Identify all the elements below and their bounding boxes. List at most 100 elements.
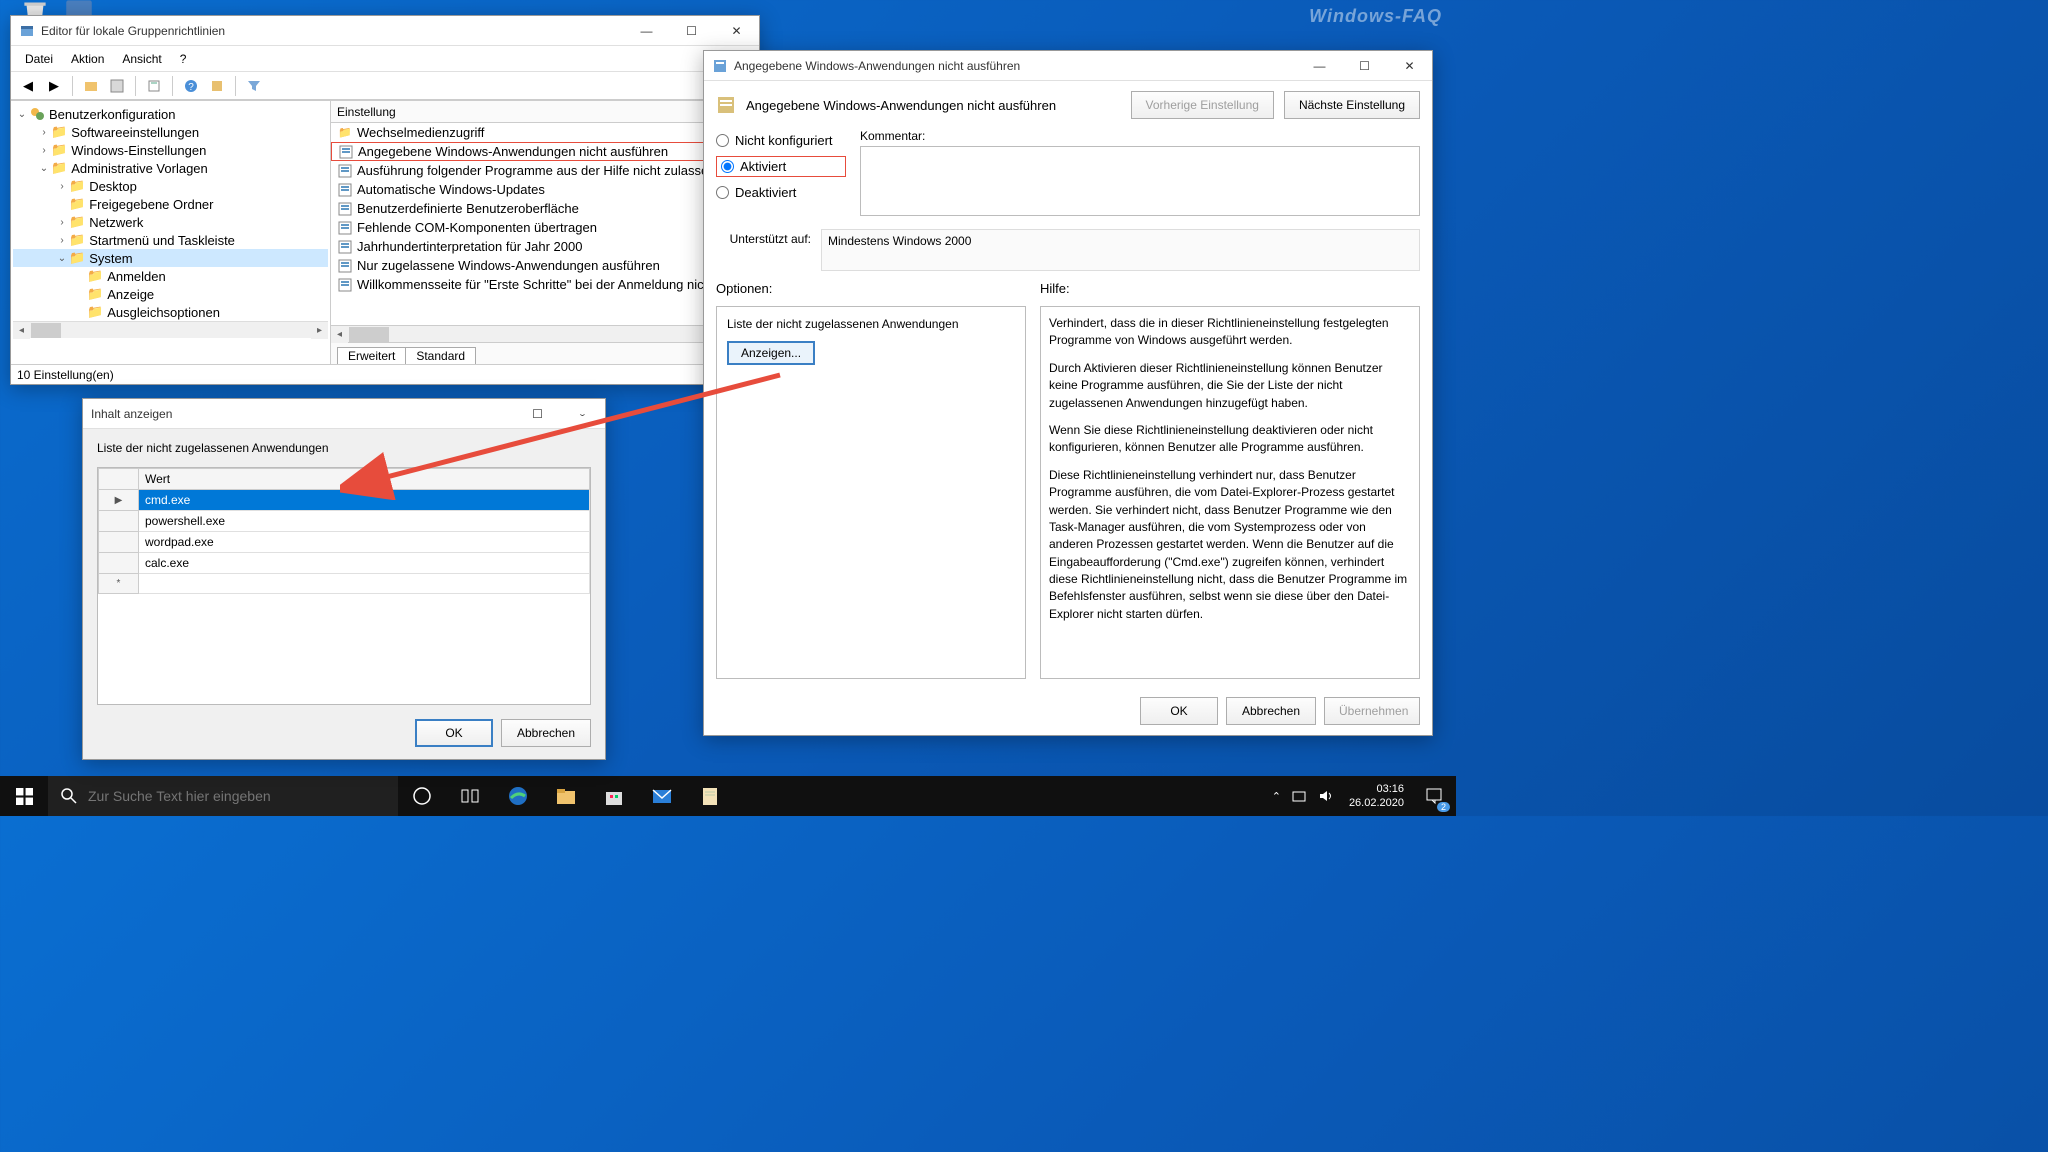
gpe-titlebar[interactable]: Editor für lokale Gruppenrichtlinien — ☐… <box>11 16 759 46</box>
menu-help[interactable]: ? <box>172 49 195 69</box>
radio-disabled[interactable]: Deaktiviert <box>716 185 846 200</box>
setting-row[interactable]: Willkommensseite für "Erste Schritte" be… <box>331 275 759 294</box>
taskbar-mail[interactable] <box>638 776 686 816</box>
tree-hscroll[interactable]: ◂▸ <box>13 321 328 338</box>
help-paragraph: Verhindert, dass die in dieser Richtlini… <box>1049 315 1411 350</box>
policy-state-radios: Nicht konfiguriert Aktiviert Deaktiviert <box>716 129 846 219</box>
policy-dialog: Angegebene Windows-Anwendungen nicht aus… <box>703 50 1433 736</box>
row-header-col[interactable] <box>99 469 139 490</box>
cancel-button[interactable]: Abbrechen <box>1226 697 1316 725</box>
next-setting-button[interactable]: Nächste Einstellung <box>1284 91 1420 119</box>
table-row[interactable]: wordpad.exe <box>99 532 590 553</box>
close-button[interactable]: ✕ <box>714 16 759 45</box>
export-button[interactable] <box>143 75 165 97</box>
policy-titlebar[interactable]: Angegebene Windows-Anwendungen nicht aus… <box>704 51 1432 81</box>
help-button[interactable]: ? <box>180 75 202 97</box>
forward-button[interactable]: ▶ <box>43 75 65 97</box>
setting-row[interactable]: Fehlende COM-Komponenten übertragen <box>331 218 759 237</box>
show-table[interactable]: Wert ▶cmd.exepowershell.exewordpad.execa… <box>97 467 591 705</box>
taskbar: ⌃ 03:16 26.02.2020 2 <box>0 776 1456 816</box>
help-box[interactable]: Verhindert, dass die in dieser Richtlini… <box>1040 306 1420 679</box>
tree-node[interactable]: 📁Freigegebene Ordner <box>13 195 328 213</box>
taskbar-notepad[interactable] <box>686 776 734 816</box>
tree-node[interactable]: 📁Anzeige <box>13 285 328 303</box>
table-row[interactable]: calc.exe <box>99 553 590 574</box>
maximize-button[interactable]: ☐ <box>669 16 714 45</box>
ok-button[interactable]: OK <box>415 719 493 747</box>
minimize-button[interactable]: — <box>1297 51 1342 80</box>
tree-node[interactable]: 📁Anmelden <box>13 267 328 285</box>
tab-standard[interactable]: Standard <box>405 347 476 364</box>
tree-node[interactable]: ›📁Desktop <box>13 177 328 195</box>
menu-action[interactable]: Aktion <box>63 49 112 69</box>
setting-row[interactable]: 📁Wechselmedienzugriff <box>331 123 759 142</box>
options-button[interactable] <box>206 75 228 97</box>
setting-row[interactable]: Jahrhundertinterpretation für Jahr 2000 <box>331 237 759 256</box>
gpe-tabs: Erweitert Standard <box>331 342 759 364</box>
radio-enabled[interactable]: Aktiviert <box>716 156 846 177</box>
menu-view[interactable]: Ansicht <box>114 49 169 69</box>
policy-item-icon <box>337 164 353 178</box>
taskbar-explorer[interactable] <box>542 776 590 816</box>
table-row[interactable]: powershell.exe <box>99 511 590 532</box>
search-input[interactable] <box>88 788 386 804</box>
system-tray[interactable]: ⌃ <box>1264 776 1341 816</box>
policy-item-icon <box>337 259 353 273</box>
setting-row[interactable]: Nur zugelassene Windows-Anwendungen ausf… <box>331 256 759 275</box>
watermark: Windows-FAQ <box>1309 6 1442 27</box>
setting-row[interactable]: Benutzerdefinierte Benutzeroberfläche <box>331 199 759 218</box>
gpe-menubar: Datei Aktion Ansicht ? <box>11 46 759 72</box>
tree-node[interactable]: ›📁Startmenü und Taskleiste <box>13 231 328 249</box>
show-list-label: Liste der nicht zugelassenen Anwendungen <box>97 441 591 455</box>
tray-chevron-icon[interactable]: ⌃ <box>1272 790 1281 803</box>
properties-button[interactable] <box>106 75 128 97</box>
gpe-list-header[interactable]: Einstellung ⌃ <box>331 101 759 123</box>
network-icon[interactable] <box>1291 788 1307 804</box>
start-button[interactable] <box>0 776 48 816</box>
taskbar-edge[interactable] <box>494 776 542 816</box>
menu-file[interactable]: Datei <box>17 49 61 69</box>
setting-row[interactable]: Automatische Windows-Updates <box>331 180 759 199</box>
comment-label: Kommentar: <box>860 129 1420 143</box>
policy-heading-icon <box>716 95 736 115</box>
filter-button[interactable] <box>243 75 265 97</box>
show-titlebar[interactable]: Inhalt anzeigen ☐ ⌄ <box>83 399 605 429</box>
maximize-button[interactable]: ☐ <box>515 399 560 428</box>
tree-node[interactable]: ›📁Windows-Einstellungen <box>13 141 328 159</box>
radio-not-configured[interactable]: Nicht konfiguriert <box>716 133 846 148</box>
maximize-button[interactable]: ☐ <box>1342 51 1387 80</box>
gpe-tree[interactable]: ⌄ Benutzerkonfiguration ›📁Softwareeinste… <box>11 101 331 364</box>
taskbar-store[interactable] <box>590 776 638 816</box>
table-row[interactable]: * <box>99 574 590 594</box>
tree-node[interactable]: 📁Ausgleichsoptionen <box>13 303 328 321</box>
supported-value: Mindestens Windows 2000 <box>821 229 1420 271</box>
up-button[interactable] <box>80 75 102 97</box>
taskbar-clock[interactable]: 03:16 26.02.2020 <box>1341 782 1412 811</box>
tree-root[interactable]: ⌄ Benutzerkonfiguration <box>13 105 328 123</box>
tab-extended[interactable]: Erweitert <box>337 347 406 364</box>
show-button[interactable]: Anzeigen... <box>727 341 815 365</box>
policy-title: Angegebene Windows-Anwendungen nicht aus… <box>734 59 1020 73</box>
cortana-button[interactable] <box>398 776 446 816</box>
taskbar-search[interactable] <box>48 776 398 816</box>
comment-field[interactable] <box>860 146 1420 216</box>
ok-button[interactable]: OK <box>1140 697 1218 725</box>
close-button[interactable]: ⌄ <box>560 405 605 422</box>
setting-row[interactable]: Angegebene Windows-Anwendungen nicht aus… <box>331 142 759 161</box>
list-hscroll[interactable]: ◂▸ <box>331 325 759 342</box>
task-view-button[interactable] <box>446 776 494 816</box>
prev-setting-button: Vorherige Einstellung <box>1131 91 1274 119</box>
tree-node[interactable]: ›📁Netzwerk <box>13 213 328 231</box>
close-button[interactable]: ✕ <box>1387 51 1432 80</box>
tree-node[interactable]: ⌄📁System <box>13 249 328 267</box>
tree-node[interactable]: ›📁Softwareeinstellungen <box>13 123 328 141</box>
setting-row[interactable]: Ausführung folgender Programme aus der H… <box>331 161 759 180</box>
value-col-header[interactable]: Wert <box>139 469 590 490</box>
tree-node[interactable]: ⌄📁Administrative Vorlagen <box>13 159 328 177</box>
back-button[interactable]: ◀ <box>17 75 39 97</box>
cancel-button[interactable]: Abbrechen <box>501 719 591 747</box>
volume-icon[interactable] <box>1317 788 1333 804</box>
table-row[interactable]: ▶cmd.exe <box>99 490 590 511</box>
minimize-button[interactable]: — <box>624 16 669 45</box>
notifications-button[interactable]: 2 <box>1412 776 1456 816</box>
